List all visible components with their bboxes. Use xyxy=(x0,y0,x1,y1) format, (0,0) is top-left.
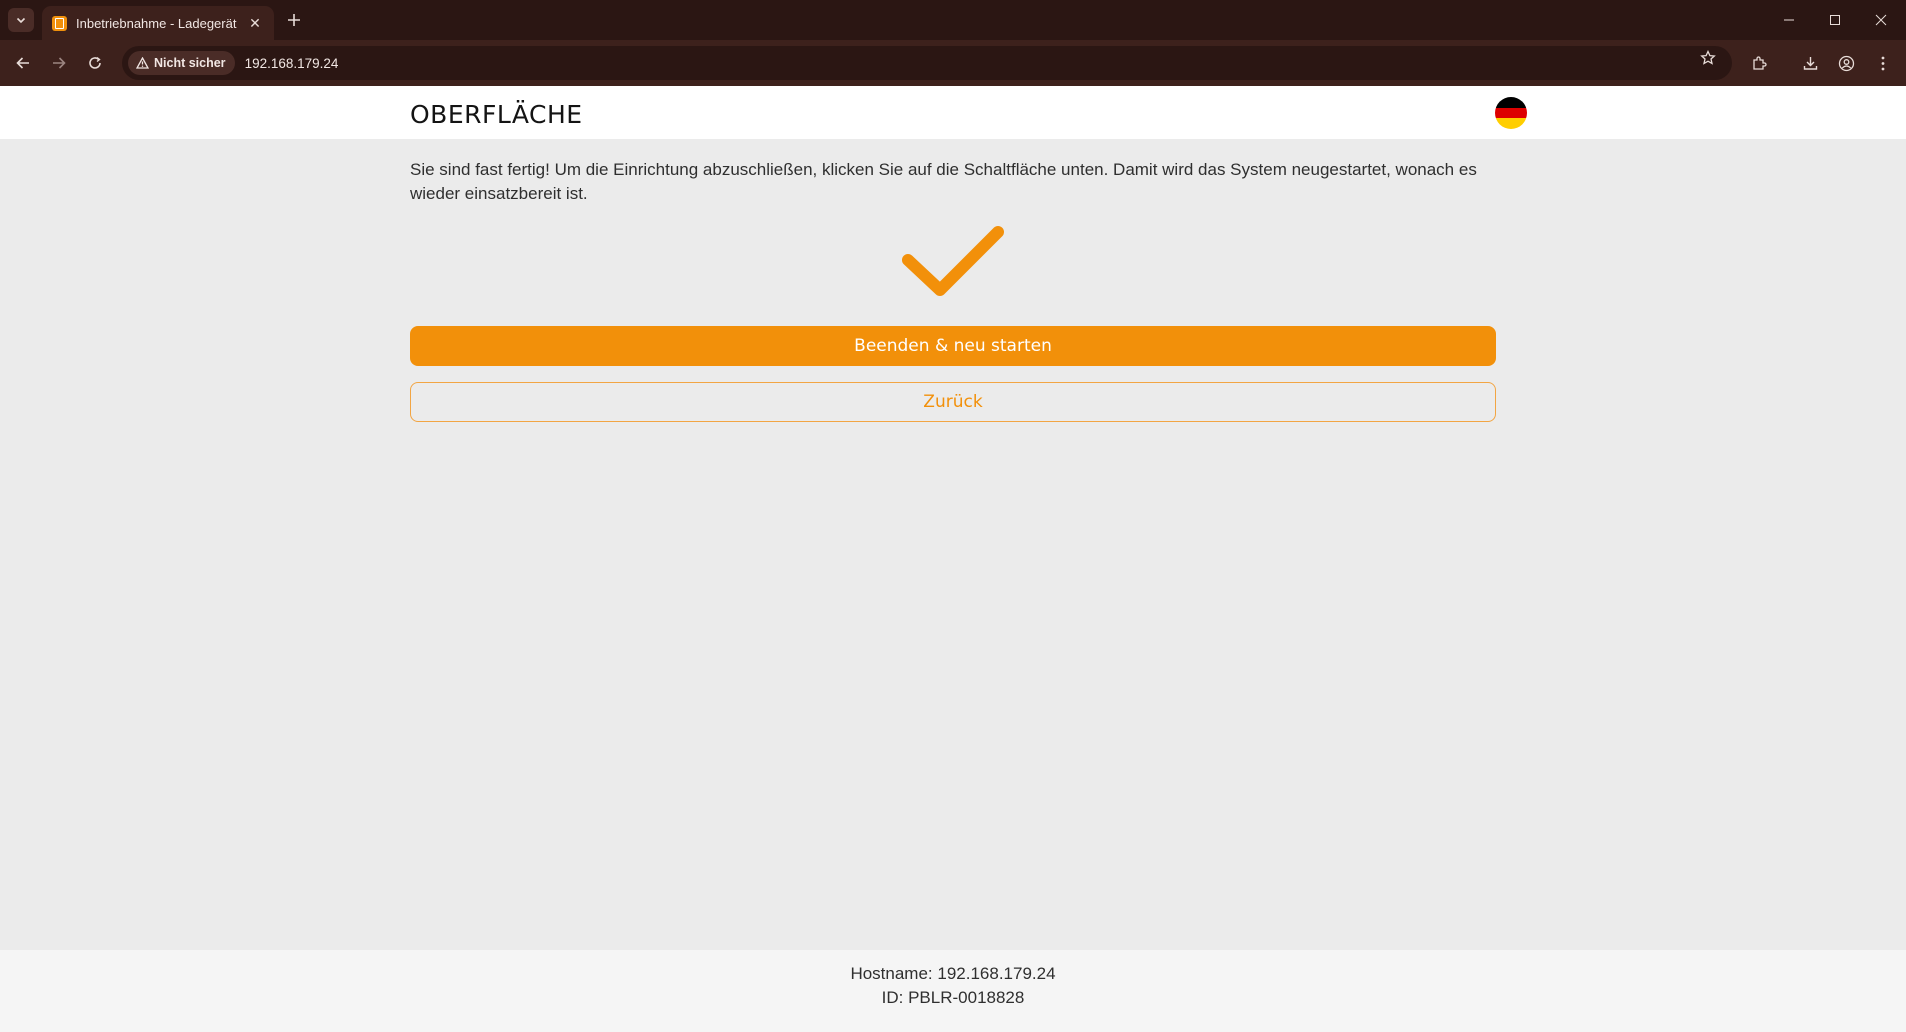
tab-favicon-icon xyxy=(52,15,67,31)
back-link-button[interactable]: Zurück xyxy=(410,382,1496,422)
device-id-text: ID: PBLR-0018828 xyxy=(881,988,1025,1007)
browser-tab-bar: Inbetriebnahme - Ladegerät ✕ xyxy=(0,0,1906,40)
warning-icon xyxy=(136,57,149,69)
extensions-icon[interactable] xyxy=(1746,50,1772,76)
page-header: OBERFLÄCHE xyxy=(0,86,1906,139)
back-button[interactable] xyxy=(9,49,37,77)
security-indicator[interactable]: Nicht sicher xyxy=(128,51,235,75)
reload-icon xyxy=(89,56,101,69)
page-footer: Hostname: 192.168.179.24 ID: PBLR-001882… xyxy=(0,950,1906,1032)
intro-text: Sie sind fast fertig! Um die Einrichtung… xyxy=(410,160,1477,203)
brand-title: OBERFLÄCHE xyxy=(410,100,583,129)
address-bar[interactable]: Nicht sicher 192.168.179.24 xyxy=(122,46,1732,80)
minimize-window-button[interactable] xyxy=(1766,0,1812,40)
arrow-left-icon xyxy=(16,57,29,69)
download-icon[interactable] xyxy=(1797,50,1823,76)
bookmark-star-icon[interactable] xyxy=(1698,48,1718,68)
flag-stripe-gold xyxy=(1495,118,1527,129)
tab-title: Inbetriebnahme - Ladegerät xyxy=(76,15,237,31)
security-label: Nicht sicher xyxy=(154,56,226,70)
hostname-text: Hostname: 192.168.179.24 xyxy=(850,964,1056,983)
chevron-down-icon xyxy=(16,17,26,24)
more-menu-icon[interactable] xyxy=(1870,50,1896,76)
browser-toolbar: Nicht sicher 192.168.179.24 xyxy=(0,40,1906,86)
url-text: 192.168.179.24 xyxy=(244,55,339,71)
plus-icon xyxy=(288,14,300,26)
forward-button[interactable] xyxy=(45,49,73,77)
finish-restart-button[interactable]: Beenden & neu starten xyxy=(410,326,1496,366)
germany-flag-icon[interactable] xyxy=(1495,97,1527,129)
minimize-icon xyxy=(1784,19,1794,21)
arrow-right-icon xyxy=(53,57,66,69)
tab-list-button[interactable] xyxy=(8,8,34,32)
close-icon xyxy=(1875,14,1887,26)
reload-button[interactable] xyxy=(81,49,109,77)
checkmark-icon xyxy=(902,226,1004,296)
new-tab-button[interactable] xyxy=(282,8,306,32)
close-window-button[interactable] xyxy=(1858,0,1904,40)
maximize-icon xyxy=(1830,15,1840,25)
close-tab-icon[interactable]: ✕ xyxy=(246,14,264,32)
browser-tab[interactable]: Inbetriebnahme - Ladegerät ✕ xyxy=(42,6,274,40)
web-page: OBERFLÄCHE Sie sind fast fertig! Um die … xyxy=(0,86,1906,1032)
flag-stripe-black xyxy=(1495,97,1527,108)
flag-stripe-red xyxy=(1495,107,1527,119)
maximize-window-button[interactable] xyxy=(1812,0,1858,40)
profile-icon[interactable] xyxy=(1833,50,1859,76)
